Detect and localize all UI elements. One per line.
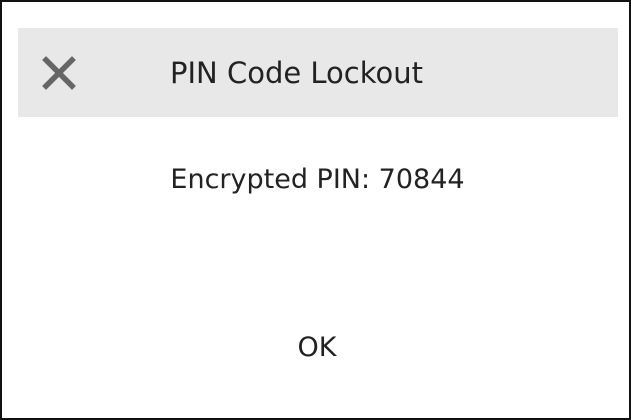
close-button[interactable] xyxy=(38,52,80,94)
encrypted-pin-message: Encrypted PIN: 70844 xyxy=(170,164,465,195)
dialog-titlebar: PIN Code Lockout xyxy=(18,28,618,117)
dialog-title: PIN Code Lockout xyxy=(170,56,423,90)
close-icon xyxy=(38,52,80,94)
pin-lockout-dialog: PIN Code Lockout Encrypted PIN: 70844 OK xyxy=(0,0,631,420)
ok-button[interactable]: OK xyxy=(267,322,367,372)
